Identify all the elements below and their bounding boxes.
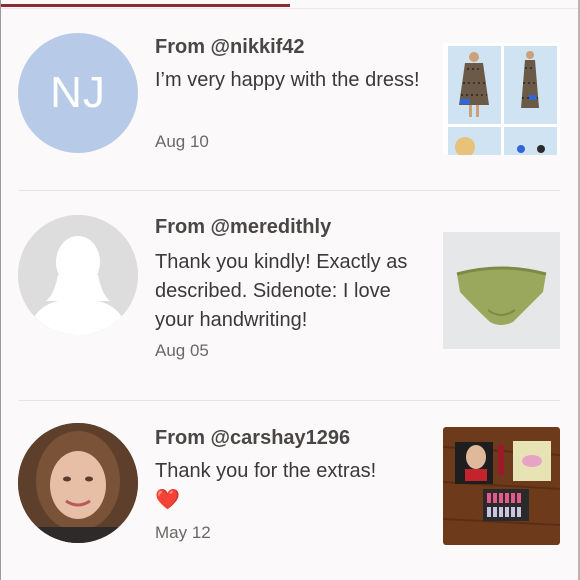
avatar-initials: NJ — [50, 68, 106, 117]
review-message: Thank you kindly! Exactly as described. … — [155, 251, 408, 331]
review-message: I’m very happy with the dress! — [155, 69, 420, 91]
avatar[interactable]: NJ — [18, 33, 138, 153]
user-photo-icon — [18, 423, 138, 543]
person-silhouette-icon — [18, 215, 138, 335]
review-item: NJ From @nikkif42 I’m very happy with th… — [0, 0, 580, 190]
review-item: From @meredithly Thank you kindly! Exact… — [0, 190, 580, 400]
avatar[interactable] — [18, 423, 138, 543]
listing-thumbnail[interactable] — [443, 427, 560, 545]
green-underwear-icon — [443, 232, 560, 349]
review-author[interactable]: From @meredithly — [155, 216, 331, 239]
review-item: From @carshay1296 Thank you for the extr… — [0, 400, 580, 580]
review-date: Aug 10 — [155, 132, 209, 151]
review-author[interactable]: From @carshay1296 — [155, 427, 350, 450]
review-message-text: Thank you for the extras! — [155, 460, 377, 482]
heart-emoji: ❤️ — [155, 489, 180, 511]
listing-thumbnail[interactable] — [443, 232, 560, 349]
review-message: Thank you for the extras! ❤️ — [155, 457, 425, 515]
review-author[interactable]: From @nikkif42 — [155, 36, 305, 59]
listing-thumbnail[interactable] — [443, 43, 560, 155]
makeup-items-icon — [443, 427, 560, 545]
review-date: May 12 — [155, 523, 211, 542]
avatar[interactable] — [18, 215, 138, 335]
dress-photo-icon — [443, 43, 560, 155]
review-date: Aug 05 — [155, 341, 209, 360]
